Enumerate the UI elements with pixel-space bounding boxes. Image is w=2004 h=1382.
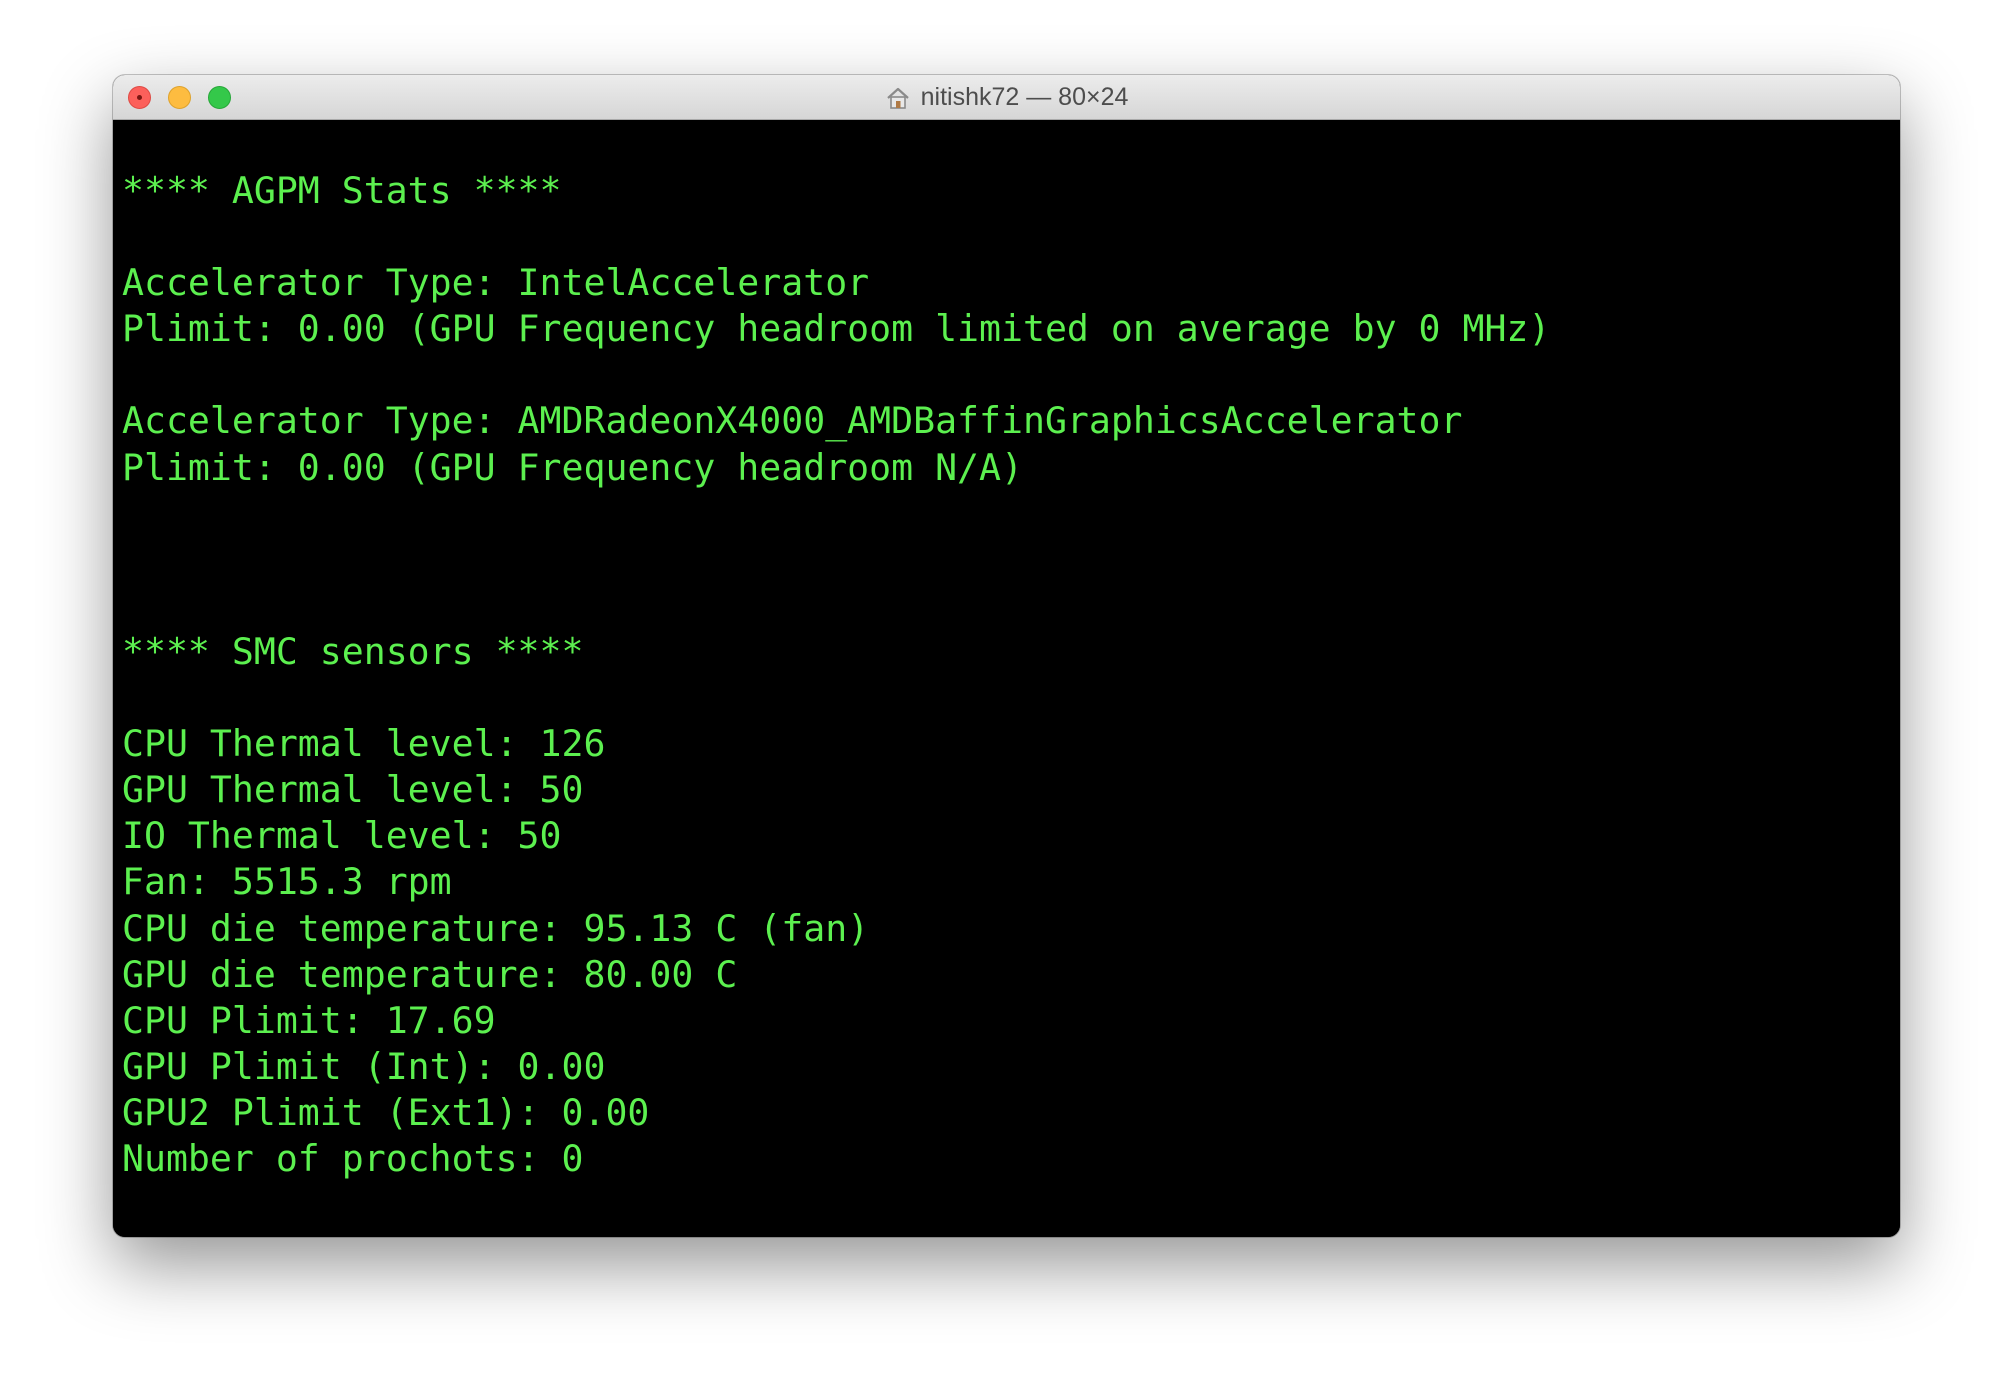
- terminal-line: Plimit: 0.00 (GPU Frequency headroom N/A…: [122, 445, 1023, 489]
- terminal-line: GPU Thermal level: 50: [122, 768, 584, 812]
- terminal-line: CPU die temperature: 95.13 C (fan): [122, 906, 870, 950]
- terminal-line: GPU2 Plimit (Ext1): 0.00: [122, 1090, 650, 1134]
- terminal-line: Plimit: 0.00 (GPU Frequency headroom lim…: [122, 307, 1551, 351]
- terminal-line: IO Thermal level: 50: [122, 814, 562, 858]
- terminal-line: **** SMC sensors ****: [122, 629, 584, 673]
- title-bar[interactable]: nitishk72 — 80×24: [113, 75, 1900, 120]
- home-folder-icon: [886, 87, 909, 109]
- terminal-line: Accelerator Type: IntelAccelerator: [122, 261, 870, 305]
- window-title-area: nitishk72 — 80×24: [113, 75, 1900, 120]
- terminal-line: Fan: 5515.3 rpm: [122, 860, 452, 904]
- terminal-line: GPU Plimit (Int): 0.00: [122, 1044, 606, 1088]
- terminal-line: GPU die temperature: 80.00 C: [122, 952, 738, 996]
- terminal-line: Number of prochots: 0: [122, 1136, 584, 1180]
- terminal-content[interactable]: **** AGPM Stats **** Accelerator Type: In…: [113, 120, 1900, 1237]
- terminal-line: Accelerator Type: AMDRadeonX4000_AMDBaff…: [122, 399, 1463, 443]
- terminal-line: CPU Plimit: 17.69: [122, 998, 496, 1042]
- terminal-window: nitishk72 — 80×24 **** AGPM Stats **** Ac…: [113, 75, 1900, 1237]
- window-title: nitishk72 — 80×24: [920, 83, 1129, 111]
- terminal-line: **** AGPM Stats ****: [122, 169, 562, 212]
- terminal-line: CPU Thermal level: 126: [122, 722, 606, 766]
